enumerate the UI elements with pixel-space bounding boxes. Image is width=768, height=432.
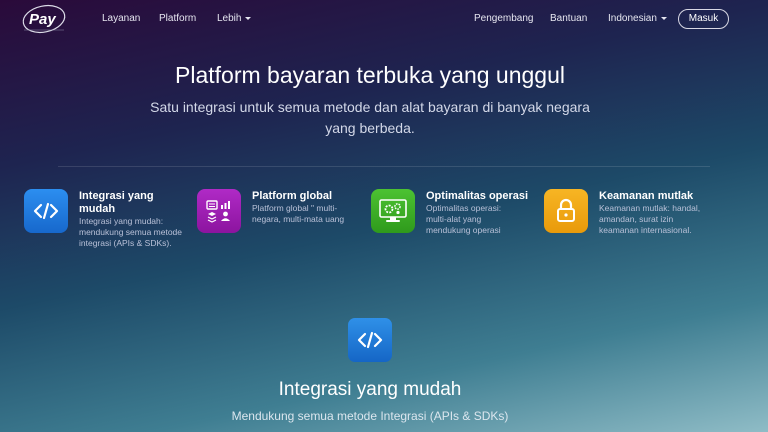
feature-title: Keamanan mutlak — [599, 190, 694, 202]
monitor-gear-icon — [371, 189, 415, 233]
feature-title: Integrasi yang mudah — [79, 190, 154, 215]
nav-pengembang-label: Pengembang — [474, 13, 534, 24]
feature-desc: Keamanan mutlak: handal, amandan, surat … — [599, 203, 701, 235]
nav-platform[interactable]: Platform — [159, 13, 196, 24]
logo-wordmark: Pay — [29, 11, 56, 28]
top-navbar: Pay Layanan Platform Lebih Pengembang Ba… — [0, 0, 768, 38]
feature-desc: Optimalitas operasi: multi-alat yang men… — [426, 203, 502, 235]
divider — [58, 166, 710, 167]
feature-desc: Platform global " multi-negara, multi-ma… — [252, 203, 345, 224]
login-button[interactable]: Masuk — [678, 9, 729, 29]
nav-lebih-dropdown[interactable]: Lebih — [217, 13, 252, 24]
section-subtitle: Mendukung semua metode Integrasi (APIs &… — [231, 409, 509, 423]
feature-desc: Integrasi yang mudah: mendukung semua me… — [79, 216, 183, 248]
global-stats-icon — [197, 189, 241, 233]
section-title: Integrasi yang mudah — [278, 379, 462, 400]
hero-title: Platform bayaran terbuka yang unggul — [175, 62, 565, 88]
hero-subtitle: Satu integrasi untuk semua metode dan al… — [150, 99, 590, 136]
nav-lebih-label: Lebih — [217, 13, 242, 24]
feature-title: Optimalitas operasi — [426, 190, 529, 202]
chevron-down-icon — [660, 16, 667, 20]
nav-pengembang[interactable]: Pengembang — [474, 13, 534, 24]
language-dropdown[interactable]: Indonesian — [608, 13, 667, 24]
nav-bantuan[interactable]: Bantuan — [550, 13, 587, 24]
nav-layanan[interactable]: Layanan — [102, 13, 140, 24]
feature-title: Platform global — [252, 190, 333, 202]
nav-layanan-label: Layanan — [102, 13, 141, 24]
language-label: Indonesian — [608, 13, 657, 24]
nav-bantuan-label: Bantuan — [550, 13, 588, 24]
ipay-logo[interactable]: Pay — [20, 3, 74, 35]
chevron-down-icon — [245, 16, 252, 20]
lock-icon — [544, 189, 588, 233]
code-icon — [348, 318, 392, 362]
code-icon — [24, 189, 68, 233]
nav-platform-label: Platform — [159, 13, 197, 24]
